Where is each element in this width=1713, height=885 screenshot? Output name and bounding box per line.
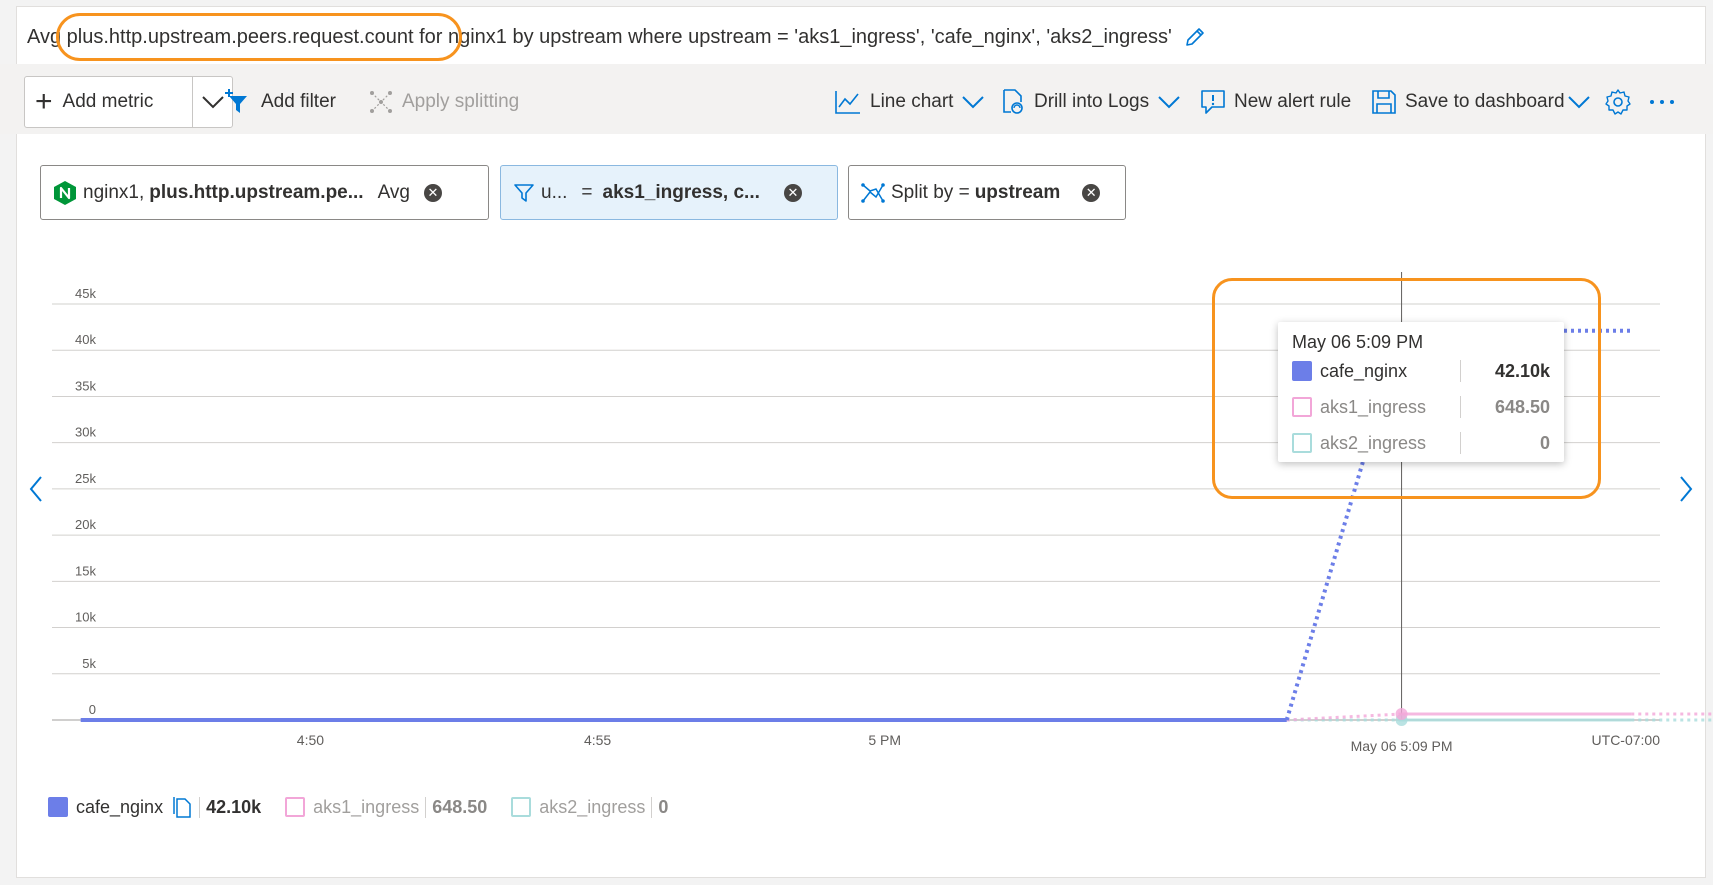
x-tick-label: 5 PM <box>868 732 901 748</box>
x-tick-label: 4:50 <box>297 732 324 748</box>
y-tick-label: 5k <box>82 656 96 671</box>
data-point-aks1-ingress <box>1395 708 1408 721</box>
series-swatch <box>285 797 306 817</box>
copy-icon <box>173 797 191 818</box>
chart-legend: cafe_nginx 42.10k aks1_ingress 648.50 ak… <box>48 790 692 824</box>
y-tick-label: 35k <box>75 378 96 393</box>
legend-item-cafe-nginx[interactable]: cafe_nginx 42.10k <box>48 795 261 819</box>
chevron-left-icon <box>29 476 42 502</box>
y-tick-label: 10k <box>75 610 96 625</box>
time-back-button[interactable] <box>24 472 48 506</box>
y-tick-label: 25k <box>75 471 96 486</box>
series-swatch <box>48 797 68 817</box>
y-tick-label: 30k <box>75 425 96 440</box>
cursor-time-label: May 06 5:09 PM <box>1351 738 1453 754</box>
y-tick-label: 20k <box>75 517 96 532</box>
x-tick-label: 4:55 <box>584 732 611 748</box>
y-tick-label: 45k <box>75 286 96 301</box>
legend-series-value: 648.50 <box>425 796 487 818</box>
legend-series-value: 0 <box>651 796 668 818</box>
y-tick-label: 15k <box>75 563 96 578</box>
time-forward-button[interactable] <box>1674 472 1698 506</box>
series-swatch <box>511 797 532 817</box>
legend-item-aks1-ingress[interactable]: aks1_ingress 648.50 <box>285 796 487 818</box>
timezone-label: UTC-07:00 <box>1592 732 1661 748</box>
legend-series-name: cafe_nginx <box>76 796 164 817</box>
legend-series-name: aks2_ingress <box>539 796 646 817</box>
legend-series-name: aks1_ingress <box>313 796 420 817</box>
tooltip-highlight-annotation <box>1212 278 1601 499</box>
legend-item-aks2-ingress[interactable]: aks2_ingress 0 <box>511 796 668 818</box>
y-tick-label: 40k <box>75 332 96 347</box>
legend-series-value: 42.10k <box>199 796 261 818</box>
y-tick-label: 0 <box>89 702 96 717</box>
chevron-right-icon <box>1680 476 1693 502</box>
